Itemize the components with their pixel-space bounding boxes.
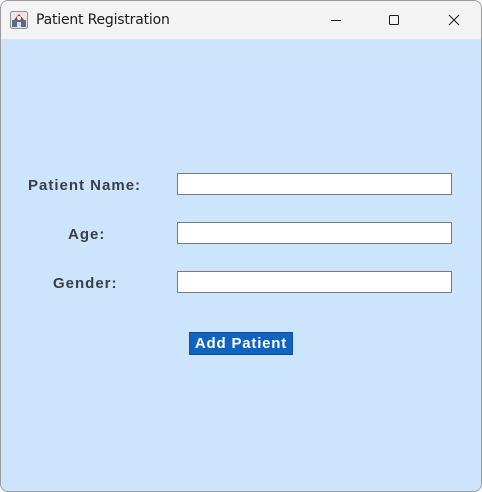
close-icon (448, 14, 460, 26)
minimize-button[interactable] (313, 1, 359, 39)
patient-name-field[interactable] (177, 173, 452, 195)
maximize-button[interactable] (371, 1, 417, 39)
patient-name-label: Patient Name: (28, 177, 142, 194)
form-panel: Patient Name: Age: Gender: Add Patient (1, 39, 481, 491)
age-label: Age: (68, 226, 106, 243)
title-bar[interactable]: Patient Registration (1, 1, 481, 39)
age-field[interactable] (177, 222, 452, 244)
gender-field[interactable] (177, 271, 452, 293)
maximize-icon (389, 15, 399, 25)
patient-registration-window: Patient Registration Patient Name: Age: … (0, 0, 482, 492)
add-patient-button[interactable]: Add Patient (189, 332, 293, 355)
window-title: Patient Registration (36, 12, 170, 28)
gender-label: Gender: (53, 275, 118, 292)
java-app-icon (10, 11, 28, 29)
minimize-icon (331, 20, 341, 21)
close-button[interactable] (431, 1, 477, 39)
